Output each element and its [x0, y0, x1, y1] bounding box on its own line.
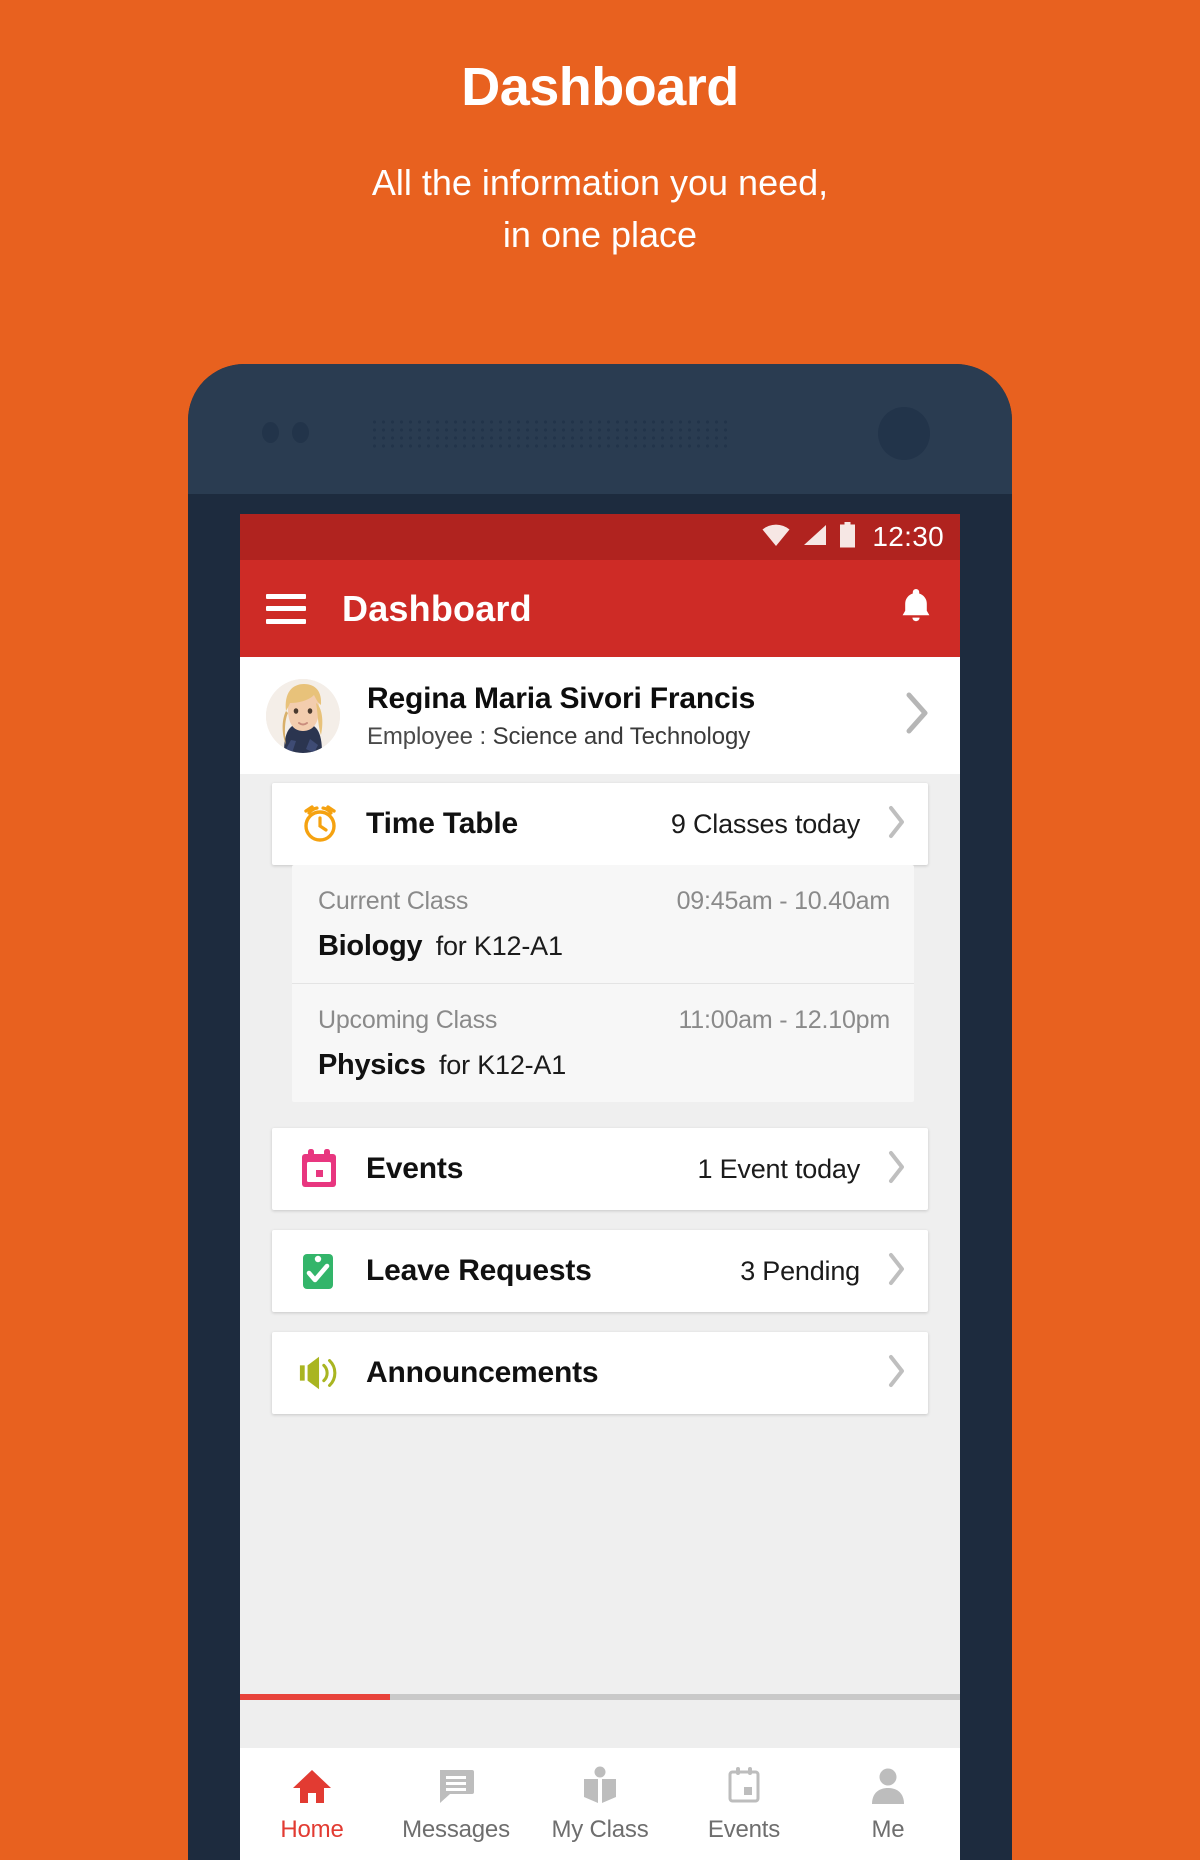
- profile-role: Employee : Science and Technology: [367, 723, 904, 751]
- phone-mockup: 12:30 Dashboard Regina Maria Sivori Fran…: [188, 364, 1012, 1860]
- bottom-navigation: Home Messages My Class Events Me: [240, 1748, 960, 1860]
- timetable-upcoming-subject: Physics: [318, 1049, 426, 1081]
- promo-title: Dashboard: [461, 57, 739, 117]
- app-bar: Dashboard: [240, 560, 960, 657]
- chevron-right-icon: [886, 1354, 906, 1393]
- nav-item-my-class[interactable]: My Class: [528, 1765, 672, 1844]
- calendar-icon: [298, 1147, 342, 1191]
- nav-item-me[interactable]: Me: [816, 1765, 960, 1844]
- timetable-upcoming-class: for K12-A1: [438, 1050, 567, 1080]
- card-announcements-title: Announcements: [366, 1356, 599, 1389]
- promo-subtitle-line-2: in one place: [502, 213, 698, 255]
- card-timetable-title: Time Table: [366, 807, 518, 840]
- card-leave-requests[interactable]: Leave Requests 3 Pending: [272, 1230, 928, 1312]
- profile-row[interactable]: Regina Maria Sivori Francis Employee : S…: [240, 657, 960, 774]
- timetable-upcoming-label: Upcoming Class: [318, 1006, 498, 1034]
- message-icon: [436, 1765, 476, 1807]
- chevron-right-icon: [886, 805, 906, 844]
- home-icon: [291, 1765, 333, 1807]
- book-icon: [580, 1765, 620, 1807]
- chevron-right-icon: [886, 1150, 906, 1189]
- card-leave-requests-meta: 3 Pending: [740, 1255, 860, 1286]
- profile-role-label: Employee :: [367, 722, 487, 750]
- timetable-upcoming-time: 11:00am - 12.10pm: [678, 1006, 890, 1034]
- timetable-current-subject: Biology: [318, 930, 423, 962]
- nav-item-home[interactable]: Home: [240, 1765, 384, 1844]
- scroll-thumb[interactable]: [240, 1694, 390, 1700]
- card-events[interactable]: Events 1 Event today: [272, 1128, 928, 1210]
- card-timetable[interactable]: Time Table 9 Classes today: [272, 783, 928, 865]
- timetable-current-time: 09:45am - 10.40am: [676, 887, 891, 915]
- chevron-right-icon: [886, 1252, 906, 1291]
- dashboard-content: Time Table 9 Classes today Current Class…: [240, 774, 960, 1700]
- timetable-row-upcoming[interactable]: Upcoming Class 11:00am - 12.10pm Physics…: [292, 983, 914, 1102]
- nav-item-home-label: Home: [280, 1815, 344, 1843]
- speaker-grille-icon: [370, 418, 728, 448]
- hamburger-menu-icon[interactable]: [266, 593, 306, 624]
- clipboard-check-icon: [298, 1249, 342, 1293]
- sensor-dots-icon: [262, 422, 309, 443]
- profile-department: Science and Technology: [492, 722, 751, 750]
- timetable-detail-panel: Current Class 09:45am - 10.40am Biology …: [292, 865, 914, 1102]
- person-icon: [869, 1765, 907, 1807]
- scroll-track[interactable]: [240, 1694, 960, 1700]
- avatar: [266, 678, 340, 753]
- calendar-icon: [725, 1765, 763, 1807]
- phone-screen: 12:30 Dashboard Regina Maria Sivori Fran…: [240, 514, 960, 1860]
- chevron-right-icon: [904, 691, 930, 740]
- nav-item-me-label: Me: [871, 1815, 905, 1843]
- nav-item-events[interactable]: Events: [672, 1765, 816, 1844]
- nav-item-messages[interactable]: Messages: [384, 1765, 528, 1844]
- front-camera-icon: [878, 407, 930, 460]
- status-bar-clock: 12:30: [872, 521, 944, 552]
- promo-subtitle-line-1: All the information you need,: [371, 162, 829, 204]
- battery-icon: [839, 521, 856, 553]
- promo-subtitle: All the information you need, in one pla…: [0, 157, 1200, 259]
- timetable-current-class: for K12-A1: [435, 931, 563, 961]
- profile-text: Regina Maria Sivori Francis Employee : S…: [367, 681, 904, 751]
- timetable-row-current[interactable]: Current Class 09:45am - 10.40am Biology …: [292, 865, 914, 983]
- card-timetable-meta: 9 Classes today: [670, 808, 860, 839]
- alarm-clock-icon: [298, 802, 342, 846]
- card-announcements[interactable]: Announcements: [272, 1332, 928, 1414]
- card-events-meta: 1 Event today: [697, 1153, 860, 1184]
- bell-icon[interactable]: [898, 586, 934, 631]
- nav-item-events-label: Events: [707, 1815, 781, 1843]
- megaphone-icon: [298, 1353, 342, 1393]
- phone-top-bezel: [188, 364, 1012, 494]
- promo-header: Dashboard All the information you need, …: [0, 0, 1200, 260]
- card-events-title: Events: [366, 1152, 464, 1185]
- nav-item-messages-label: Messages: [402, 1815, 510, 1843]
- cellular-signal-icon: [802, 523, 828, 552]
- timetable-current-label: Current Class: [318, 887, 469, 915]
- wifi-icon: [761, 523, 791, 552]
- nav-item-my-class-label: My Class: [551, 1815, 649, 1843]
- card-leave-requests-title: Leave Requests: [366, 1254, 592, 1287]
- profile-name: Regina Maria Sivori Francis: [367, 681, 756, 715]
- status-bar: 12:30: [240, 514, 960, 560]
- page-title: Dashboard: [342, 587, 532, 629]
